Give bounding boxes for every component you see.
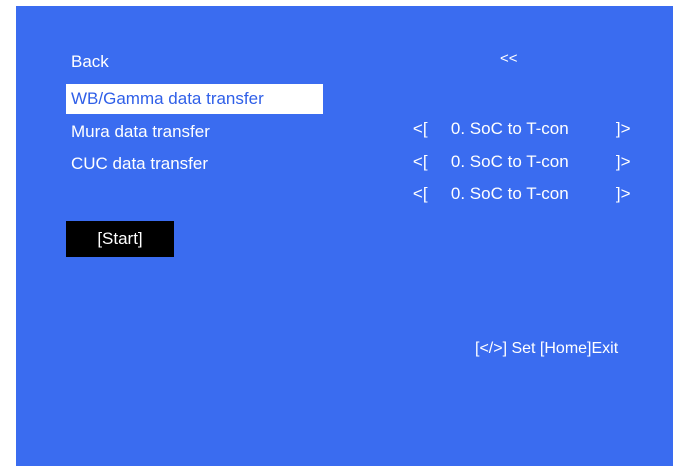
selector-value: 0. SoC to T-con — [450, 184, 569, 203]
selector-left-bracket[interactable]: <[ — [413, 179, 451, 209]
menu-item-wb-gamma-transfer[interactable]: WB/Gamma data transfer — [66, 84, 323, 114]
menu-item-back[interactable]: Back — [66, 47, 114, 77]
menu-item-cuc-transfer[interactable]: CUC data transfer — [66, 149, 213, 179]
selector-right-bracket[interactable]: ]> — [616, 184, 631, 203]
start-button[interactable]: [Start] — [66, 221, 174, 257]
menu-item-mura-transfer[interactable]: Mura data transfer — [66, 117, 215, 147]
mura-transfer-selector[interactable]: <[0. SoC to T-con]> — [394, 117, 631, 171]
service-menu-screen: Back << WB/Gamma data transfer <[0. SoC … — [16, 6, 673, 466]
cuc-transfer-selector[interactable]: <[0. SoC to T-con]> — [394, 149, 631, 203]
back-arrow-icon[interactable]: << — [500, 50, 518, 67]
key-hint: [</>] Set [Home]Exit — [475, 340, 619, 357]
wb-gamma-transfer-selector[interactable]: <[0. SoC to T-con]> — [394, 84, 631, 138]
